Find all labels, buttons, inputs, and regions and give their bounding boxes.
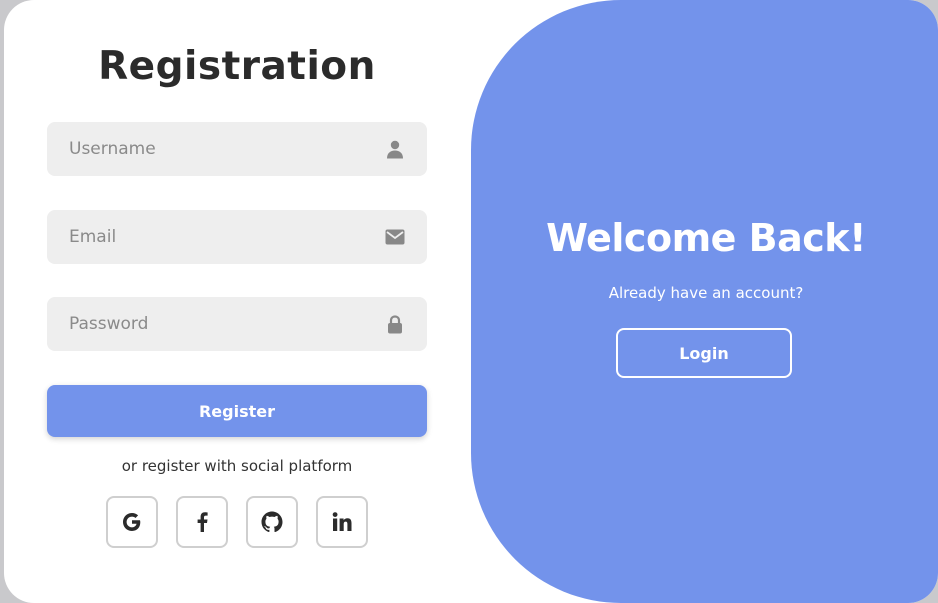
github-button[interactable] [246,496,298,548]
github-icon [261,511,283,533]
facebook-icon [197,512,208,532]
email-input[interactable] [47,210,427,264]
welcome-title: Welcome Back! [546,216,866,260]
username-input[interactable] [47,122,427,176]
user-icon [385,139,405,159]
welcome-subtitle: Already have an account? [608,284,804,302]
linkedin-button[interactable] [316,496,368,548]
facebook-button[interactable] [176,496,228,548]
welcome-panel: Welcome Back! Already have an account? L… [471,0,938,603]
registration-form: Registration Username Email Register or … [4,0,470,603]
lock-icon [385,314,405,334]
page-title: Registration [98,44,376,89]
linkedin-icon [332,512,352,531]
registration-card: Registration Username Email Register or … [4,0,938,603]
username-field-wrapper [47,122,427,176]
social-buttons [106,496,368,548]
password-field-wrapper [47,297,427,351]
google-button[interactable] [106,496,158,548]
google-icon [123,513,141,531]
password-input[interactable] [47,297,427,351]
envelope-icon [385,227,405,247]
email-field-wrapper [47,210,427,264]
social-register-text: or register with social platform [121,457,353,475]
register-button[interactable]: Register [47,385,427,437]
login-button[interactable]: Login [616,328,792,378]
